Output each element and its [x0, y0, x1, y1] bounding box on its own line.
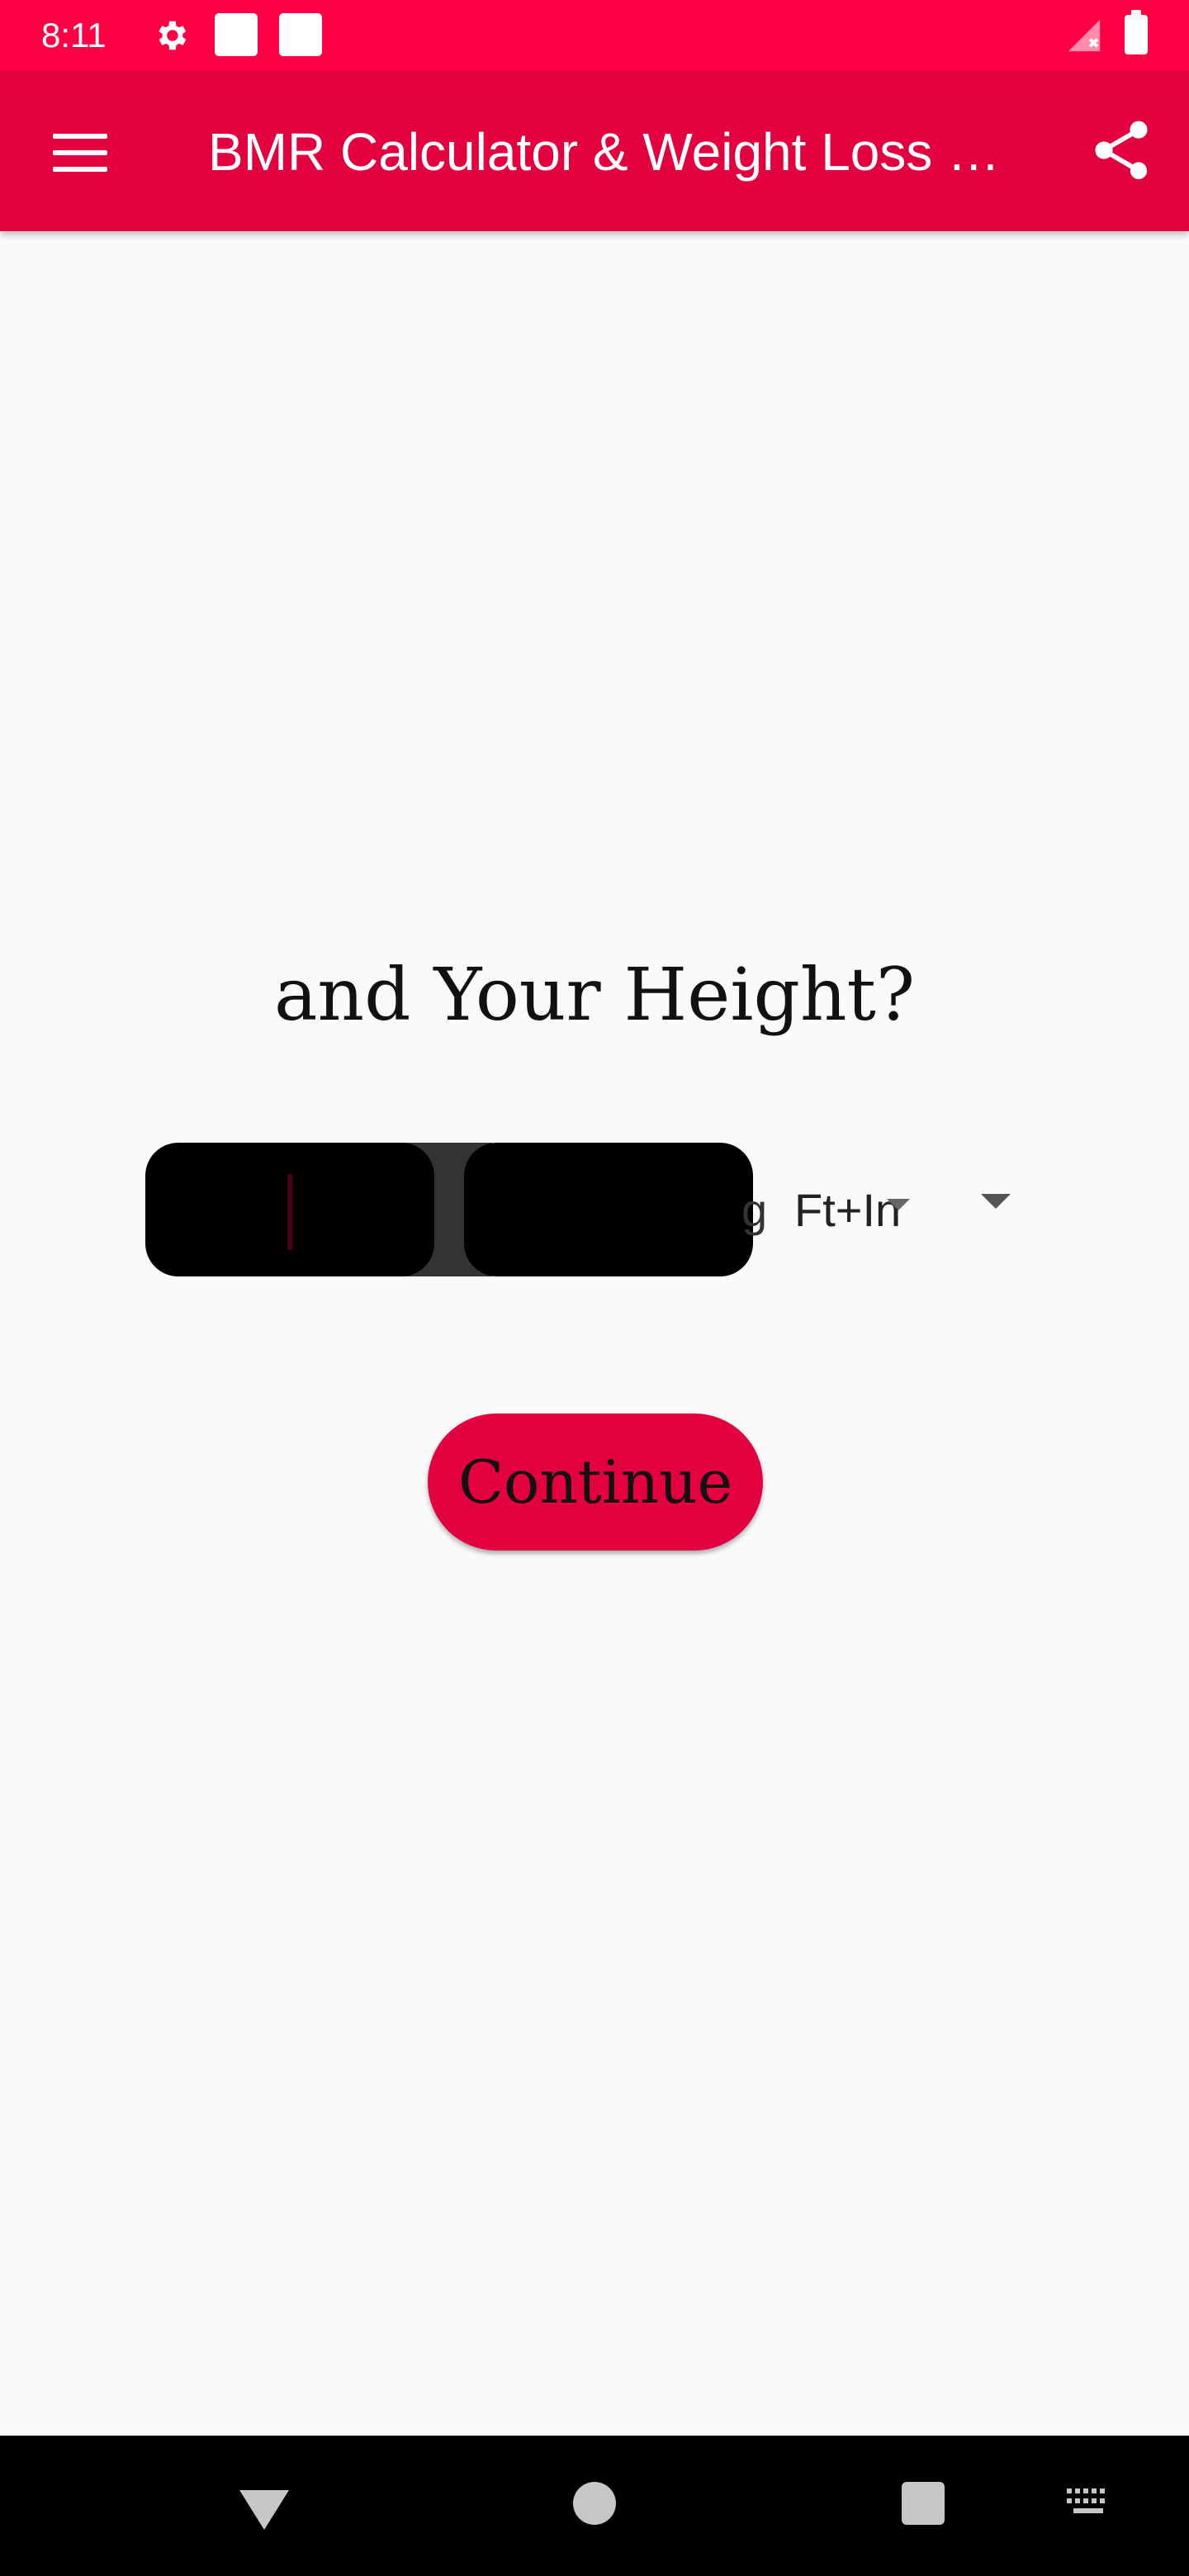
height-input-row: g Ft+In	[145, 1143, 1021, 1283]
notification-square-icon	[279, 13, 322, 56]
battery-icon	[1125, 10, 1148, 54]
notification-square-icon	[215, 13, 258, 56]
height-unit-dropdown[interactable]: Ft+In	[786, 1166, 1174, 1257]
signal-off-icon	[1068, 19, 1101, 52]
app-bar: BMR Calculator & Weight Loss Planner	[0, 71, 1189, 231]
recents-square-icon[interactable]	[902, 2482, 945, 2525]
height-question: and Your Height?	[273, 952, 916, 1037]
hamburger-menu-icon[interactable]	[46, 130, 114, 177]
app-title: BMR Calculator & Weight Loss Planner	[208, 122, 1034, 182]
back-triangle-icon[interactable]	[239, 2490, 289, 2530]
home-circle-icon[interactable]	[573, 2482, 616, 2525]
height-feet-input[interactable]	[145, 1143, 434, 1276]
main-content: and Your Height? g Ft+In Continue	[0, 231, 1189, 2436]
chevron-down-icon	[887, 1199, 910, 1210]
status-time: 8:11	[41, 16, 107, 54]
status-bar: 8:11	[0, 0, 1189, 71]
continue-button[interactable]: Continue	[428, 1413, 763, 1551]
height-inches-input[interactable]	[464, 1143, 753, 1276]
keyboard-icon[interactable]	[1065, 2487, 1111, 2517]
system-nav-bar	[0, 2436, 1189, 2576]
unit-clipped-text: g	[741, 1184, 768, 1236]
gear-icon	[159, 21, 187, 50]
chevron-down-icon[interactable]	[981, 1194, 1011, 1209]
text-caret	[287, 1174, 292, 1250]
unit-selected-label: Ft+In	[794, 1184, 902, 1236]
share-icon[interactable]	[1087, 116, 1156, 185]
